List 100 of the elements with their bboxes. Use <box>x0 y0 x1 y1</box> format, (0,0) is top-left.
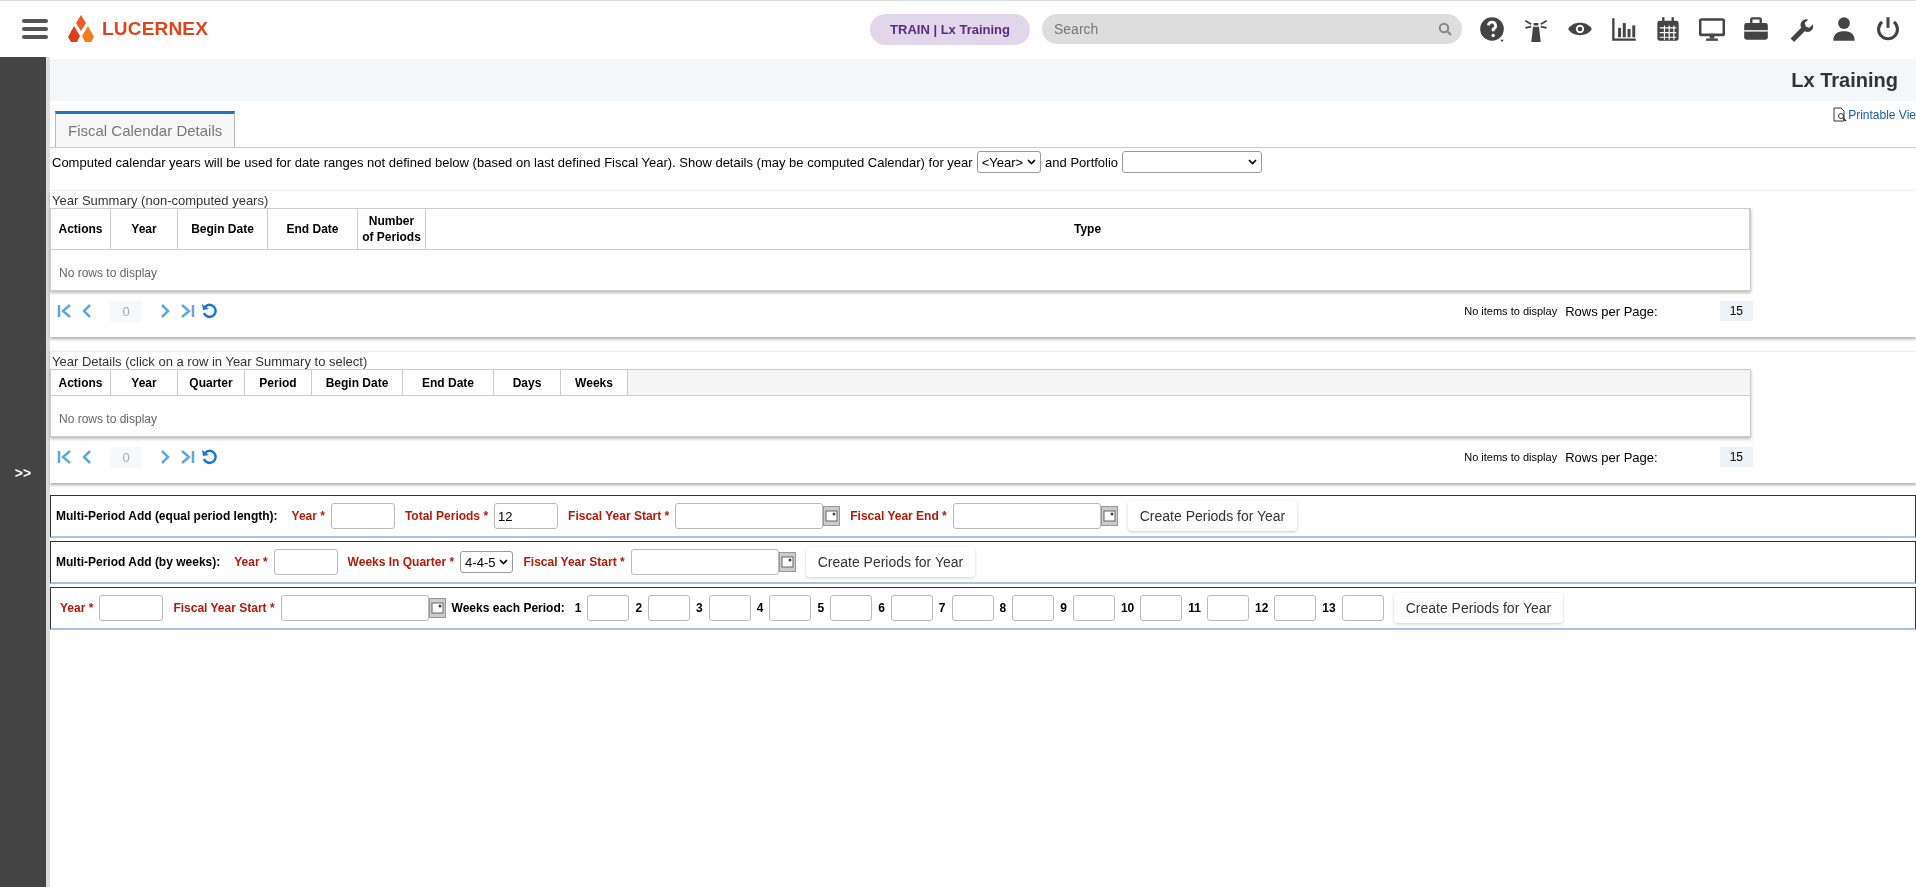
year-select[interactable]: <Year> <box>976 151 1042 173</box>
period-number: 8 <box>999 601 1007 616</box>
form-heading: Multi-Period Add (by weeks): <box>56 555 221 570</box>
logo-text: LUCERNEX <box>102 18 209 40</box>
weeks-select[interactable]: 4-4-5 <box>460 551 514 574</box>
column-header[interactable]: Quarter <box>178 370 245 396</box>
input-field[interactable] <box>951 595 994 622</box>
field-label: Year * <box>60 601 94 616</box>
input-field[interactable] <box>769 595 812 622</box>
form-heading: Weeks each Period: <box>451 601 565 616</box>
rows-per-page-label: Rows per Page: <box>1565 449 1658 465</box>
calendar-icon[interactable] <box>1655 16 1681 42</box>
input-field[interactable] <box>587 595 630 622</box>
input-field[interactable] <box>1072 595 1115 622</box>
pager-status: No items to display <box>1464 305 1558 318</box>
briefcase-icon[interactable] <box>1743 16 1769 42</box>
rows-per-page-select[interactable]: 15 <box>1719 301 1753 322</box>
search-field[interactable]: Search <box>1042 14 1462 44</box>
period-number: 4 <box>756 601 764 616</box>
input-field[interactable] <box>330 503 395 530</box>
bar-chart-icon[interactable] <box>1611 16 1637 42</box>
create-periods-button[interactable]: Create Periods for Year <box>805 547 976 578</box>
pager-status: No items to display <box>1464 451 1558 464</box>
field-label: Weeks In Quarter * <box>347 555 455 570</box>
input-field[interactable] <box>1341 595 1384 622</box>
column-header[interactable]: Year <box>111 209 178 250</box>
input-field[interactable] <box>890 595 933 622</box>
grid-title: Year Summary (non-computed years) <box>51 192 270 208</box>
monitor-icon[interactable] <box>1699 16 1725 42</box>
search-icon[interactable] <box>1438 22 1452 36</box>
page-number: 0 <box>110 300 142 322</box>
rows-per-page-select[interactable]: 15 <box>1719 447 1753 468</box>
help-icon[interactable] <box>1479 16 1505 42</box>
create-periods-button[interactable]: Create Periods for Year <box>1393 593 1564 624</box>
input-field[interactable] <box>273 549 338 576</box>
document-search-icon <box>1833 107 1848 122</box>
date-field[interactable] <box>952 503 1101 530</box>
period-number: 13 <box>1322 601 1336 616</box>
column-header[interactable]: Days <box>494 370 561 396</box>
column-header[interactable]: Begin Date <box>178 209 268 250</box>
field-label: Fiscal Year End * <box>850 509 947 524</box>
sidebar-toggle[interactable]: >> <box>14 464 32 481</box>
column-header[interactable]: End Date <box>403 370 494 396</box>
page-title: Lx Training <box>1791 68 1898 92</box>
period-number: 5 <box>817 601 825 616</box>
refresh-icon[interactable] <box>200 448 218 467</box>
portfolio-label: and Portfolio <box>1045 154 1119 170</box>
date-field[interactable] <box>280 595 429 622</box>
grid-title: Year Details (click on a row in Year Summary to select) <box>51 353 369 370</box>
printable-view-link[interactable]: Printable Vie <box>1833 107 1916 122</box>
caret-icon <box>1248 159 1258 165</box>
column-header[interactable]: Actions <box>51 370 111 396</box>
input-field[interactable] <box>830 595 873 622</box>
user-icon[interactable] <box>1831 16 1857 42</box>
column-header[interactable]: Type <box>426 209 1750 250</box>
input-field[interactable] <box>1012 595 1055 622</box>
column-header[interactable]: Year <box>111 370 178 396</box>
input-field[interactable] <box>1274 595 1317 622</box>
period-number: 11 <box>1188 601 1201 616</box>
empty-message: No rows to display <box>58 411 159 429</box>
period-number: 6 <box>878 601 885 616</box>
rows-per-page-label: Rows per Page: <box>1565 303 1658 319</box>
field-label: Year * <box>234 555 268 570</box>
caret-icon <box>499 559 509 566</box>
input-field[interactable] <box>99 595 164 622</box>
field-label: Fiscal Year Start * <box>568 509 670 524</box>
page-number: 0 <box>110 446 142 468</box>
period-number: 10 <box>1120 601 1135 616</box>
period-number: 9 <box>1060 601 1067 616</box>
period-number: 1 <box>574 601 582 616</box>
column-header[interactable]: Number of Periods <box>358 209 426 250</box>
period-number: 3 <box>696 601 703 616</box>
field-label: Fiscal Year Start * <box>173 601 275 616</box>
input-field[interactable] <box>648 595 691 622</box>
empty-message: No rows to display <box>58 265 159 283</box>
power-icon[interactable] <box>1875 16 1901 42</box>
portfolio-select[interactable] <box>1122 151 1263 173</box>
field-label: Year * <box>291 509 325 524</box>
date-field[interactable] <box>675 503 824 530</box>
column-header[interactable]: End Date <box>268 209 358 250</box>
refresh-icon[interactable] <box>200 302 218 321</box>
column-header[interactable]: Weeks <box>561 370 628 396</box>
tab[interactable]: Fiscal Calendar Details <box>55 111 236 147</box>
column-header[interactable]: Begin Date <box>312 370 403 396</box>
form-heading: Multi-Period Add (equal period length): <box>56 509 278 524</box>
field-label: Total Periods * <box>404 509 489 524</box>
date-field[interactable] <box>630 549 779 576</box>
intro-text: Computed calendar years will be used for date ranges not defined below (based on last defined Fiscal Year). Show details (may be computed Calendar) for year <box>52 154 973 170</box>
column-header[interactable]: Actions <box>51 209 111 250</box>
input-field[interactable] <box>1206 595 1249 622</box>
column-header[interactable]: Period <box>245 370 312 396</box>
menu-icon[interactable] <box>22 18 48 40</box>
period-number: 7 <box>938 601 946 616</box>
create-periods-button[interactable]: Create Periods for Year <box>1127 501 1298 532</box>
input-field[interactable] <box>1140 595 1183 622</box>
environment-badge[interactable]: TRAIN | Lx Training <box>870 13 1030 45</box>
period-number: 12 <box>1254 601 1269 616</box>
input-field[interactable] <box>708 595 751 622</box>
caret-icon <box>1027 159 1037 165</box>
input-field[interactable]: 12 <box>494 503 559 530</box>
